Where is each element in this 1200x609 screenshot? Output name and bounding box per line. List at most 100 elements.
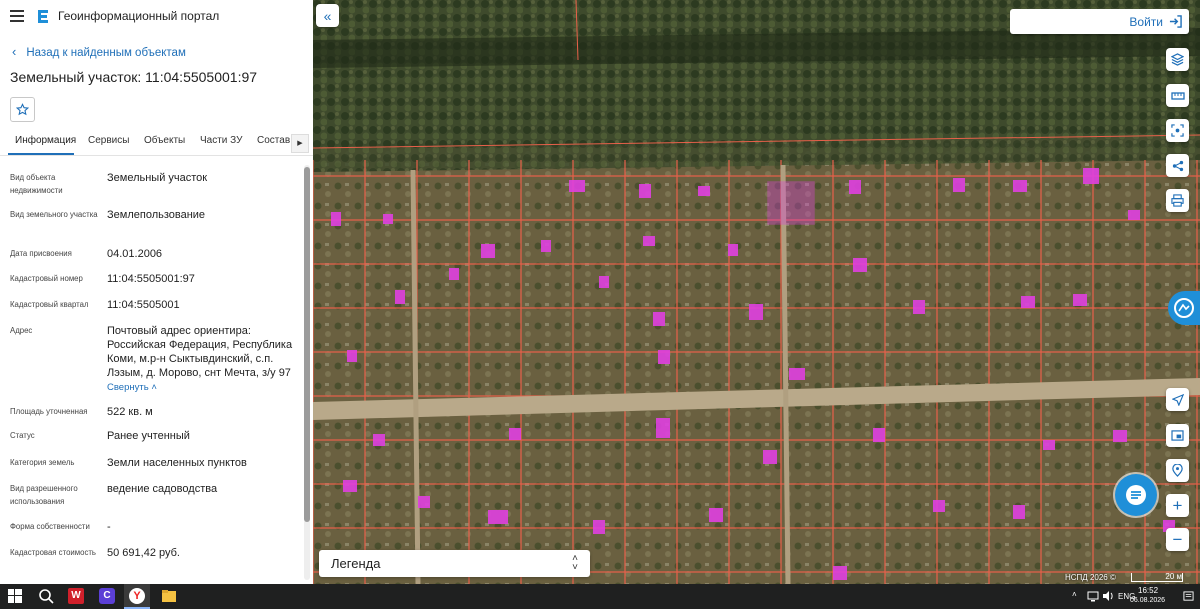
legend-label: Легенда xyxy=(331,556,381,571)
login-button[interactable]: Войти xyxy=(1010,9,1189,34)
legend-dropdown[interactable]: Легенда ˄ ˅ xyxy=(319,550,590,577)
zoom-out-button[interactable]: − xyxy=(1166,528,1189,551)
tab-objects[interactable]: Объекты xyxy=(144,135,185,146)
map-attribution: НСПД 2026 © xyxy=(1065,573,1116,582)
chevron-left-icon: ‹ xyxy=(12,44,17,59)
tab-services[interactable]: Сервисы xyxy=(88,135,129,146)
favorite-button[interactable] xyxy=(10,97,35,122)
panel-scrollbar-thumb[interactable] xyxy=(304,167,310,522)
property-value: Земли населенных пунктов xyxy=(107,457,247,469)
portal-logo-icon xyxy=(38,10,48,23)
clock-date[interactable]: 06.08.2026 xyxy=(1130,597,1165,604)
back-to-results-link[interactable]: ‹ Назад к найденным объектам xyxy=(12,44,186,59)
property-value: ведение садоводства xyxy=(107,483,218,495)
property-key: Кадастровый номер xyxy=(10,274,83,283)
active-tab-indicator xyxy=(8,153,74,155)
panel-header: Геоинформационный портал xyxy=(0,0,313,34)
location-pin-icon xyxy=(1172,464,1183,477)
file-explorer-icon[interactable] xyxy=(161,588,177,604)
map-view[interactable]: « Войти + − Легенда ˄ ˅ НСПД 2026 © 20 м xyxy=(313,0,1200,584)
property-key: Кадастровая стоимость xyxy=(10,548,96,557)
yandex-browser-taskbar-button[interactable]: Y xyxy=(124,584,150,609)
sign-in-icon xyxy=(1169,15,1182,28)
tab-composition[interactable]: Состав xyxy=(257,135,290,146)
chat-icon xyxy=(1126,485,1146,505)
notifications-icon[interactable] xyxy=(1183,591,1194,602)
satellite-imagery xyxy=(313,0,1200,584)
caret-right-icon: ▶ xyxy=(297,140,303,147)
minimap-button[interactable] xyxy=(1166,424,1189,447)
ruler-icon xyxy=(1170,91,1185,100)
property-value: 50 691,42 руб. xyxy=(107,547,180,559)
property-value: 11:04:5505001:97 xyxy=(107,273,195,285)
select-area-button[interactable] xyxy=(1166,119,1189,142)
volume-icon[interactable] xyxy=(1102,590,1114,602)
info-panel: Геоинформационный портал ‹ Назад к найден… xyxy=(0,0,313,584)
share-icon xyxy=(1172,160,1183,171)
zoom-in-button[interactable]: + xyxy=(1166,494,1189,517)
tab-info[interactable]: Информация xyxy=(15,135,76,146)
area-select-icon xyxy=(1171,124,1184,137)
property-key: Вид земельного участка xyxy=(10,210,98,219)
tabs-scroll-right-button[interactable]: ▶ xyxy=(291,134,309,153)
chevron-up-icon: ˄ xyxy=(151,382,157,393)
back-link-label: Назад к найденным объектам xyxy=(26,47,186,59)
clock-time[interactable]: 16:52 xyxy=(1138,586,1158,595)
property-key: Вид разрешенного использования xyxy=(10,484,78,506)
property-key: Адрес xyxy=(10,326,33,335)
app-c-icon[interactable]: C xyxy=(99,588,115,604)
share-button[interactable] xyxy=(1166,154,1189,177)
yandex-browser-icon: Y xyxy=(129,588,145,604)
network-icon[interactable] xyxy=(1087,590,1099,602)
windows-start-icon[interactable] xyxy=(8,589,22,603)
property-value: Почтовый адрес ориентира: Российская Фед… xyxy=(107,325,293,379)
minimap-icon xyxy=(1171,430,1184,441)
property-list: Вид объекта недвижимости Земельный участ… xyxy=(0,163,300,583)
login-label: Войти xyxy=(1129,15,1163,29)
property-value: 11:04:5505001 xyxy=(107,299,180,311)
assistant-button[interactable] xyxy=(1168,291,1200,325)
navigation-arrow-icon xyxy=(1171,393,1184,406)
property-key: Площадь уточненная xyxy=(10,407,88,416)
sort-chevrons-icon: ˄ ˅ xyxy=(572,553,578,573)
property-value: Землепользование xyxy=(107,209,206,221)
collapse-panel-button[interactable]: « xyxy=(316,4,339,27)
windows-taskbar: W C Y ˄ ENG 16:52 06.08.2026 xyxy=(0,584,1200,609)
my-location-button[interactable] xyxy=(1166,388,1189,411)
property-key: Форма собственности xyxy=(10,522,90,531)
layers-button[interactable] xyxy=(1166,48,1189,71)
scale-bar: 20 м xyxy=(1131,573,1183,582)
assistant-icon xyxy=(1174,298,1194,318)
plus-icon: + xyxy=(1172,496,1183,515)
address-value: Почтовый адрес ориентира: Российская Фед… xyxy=(107,324,293,395)
chevron-up-icon[interactable]: ˄ xyxy=(1072,590,1077,599)
app-title: Геоинформационный портал xyxy=(58,9,220,23)
office-app-icon[interactable]: W xyxy=(68,588,84,604)
minus-icon: − xyxy=(1172,530,1183,549)
measure-button[interactable] xyxy=(1166,84,1189,107)
collapse-link[interactable]: Свернуть ˄ xyxy=(107,381,293,395)
object-tabs: Информация Сервисы Объекты Части ЗУ Сост… xyxy=(0,127,313,156)
property-key: Категория земель xyxy=(10,458,75,467)
property-key: Кадастровый квартал xyxy=(10,300,89,309)
object-title: Земельный участок: 11:04:5505001:97 xyxy=(10,69,258,85)
star-icon xyxy=(16,103,29,116)
property-value: 522 кв. м xyxy=(107,406,153,418)
printer-icon xyxy=(1171,194,1184,207)
property-value: 04.01.2006 xyxy=(107,248,163,260)
tab-parts[interactable]: Части ЗУ xyxy=(200,135,242,146)
layers-icon xyxy=(1171,53,1184,66)
property-value: Ранее учтенный xyxy=(107,430,190,442)
hamburger-icon[interactable] xyxy=(10,10,24,22)
chat-button[interactable] xyxy=(1115,474,1157,516)
property-key: Дата присвоения xyxy=(10,249,72,258)
search-icon[interactable] xyxy=(38,588,54,604)
property-key: Вид объекта недвижимости xyxy=(10,173,63,195)
property-key: Статус xyxy=(10,431,35,440)
property-value: - xyxy=(107,521,111,533)
scale-label: 20 м xyxy=(1165,572,1182,581)
property-value: Земельный участок xyxy=(107,172,208,184)
print-button[interactable] xyxy=(1166,189,1189,212)
double-chevron-left-icon: « xyxy=(323,7,332,24)
geolocation-button[interactable] xyxy=(1166,459,1189,482)
